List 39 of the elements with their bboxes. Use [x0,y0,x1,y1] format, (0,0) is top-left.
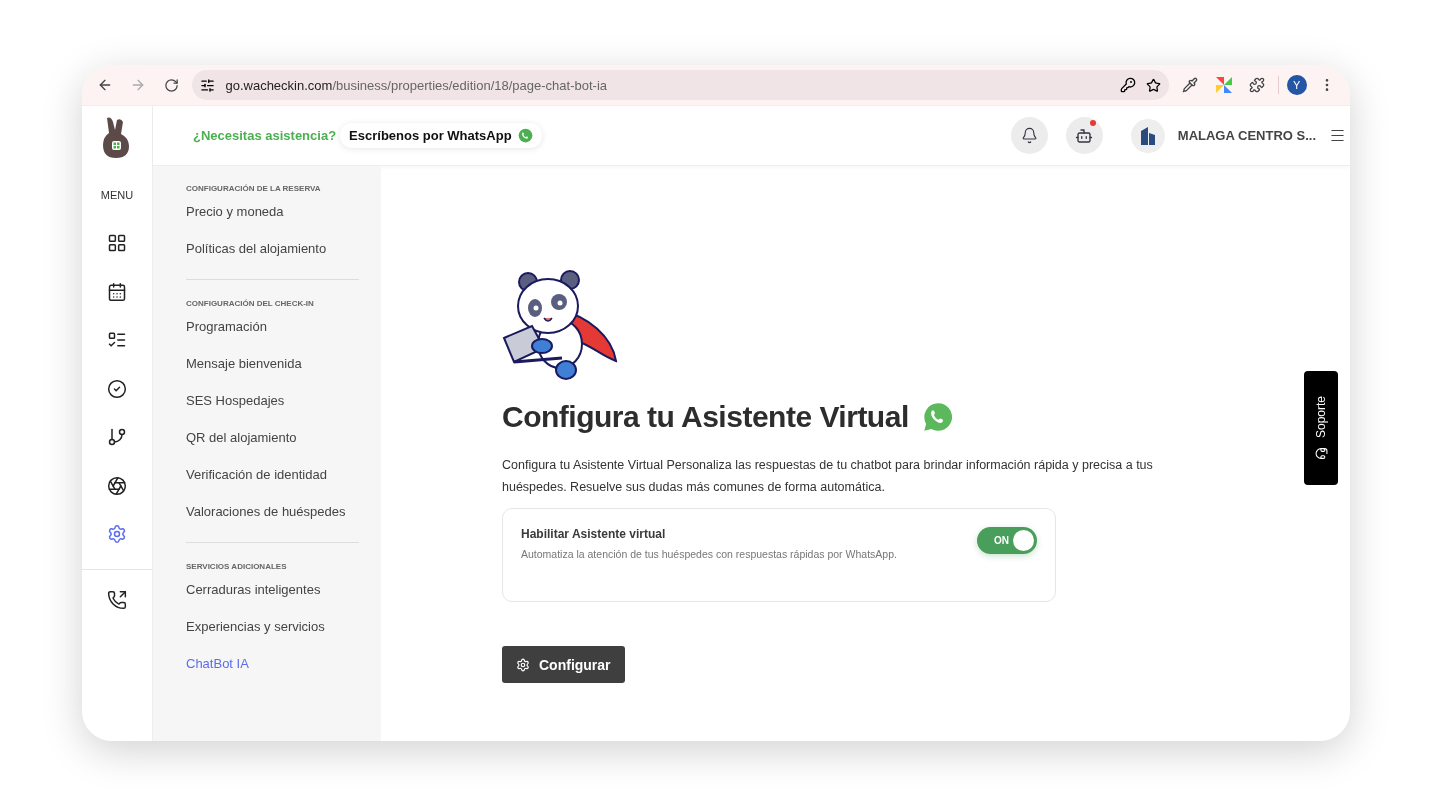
card-subtitle: Automatiza la atención de tus huéspedes con respuestas rápidas por WhatsApp. [521,548,897,560]
headset-icon [1314,446,1328,460]
submenu-item[interactable]: ChatBot IA [186,654,359,691]
description: Configura tu Asistente Virtual Personaliza las respuestas de tu chatbot para brindar información rápida y precisa a tus huéspedes. Resuelve sus dudas más comunes de forma automática. [502,457,1154,496]
page-title: Configura tu Asistente Virtual [502,400,909,434]
star-icon[interactable] [1146,77,1162,93]
whatsapp-icon [517,128,533,143]
property-logo[interactable] [1130,118,1165,153]
help-prompt: ¿Necesitas asistencia? [193,128,337,143]
whatsapp-icon [922,402,953,432]
submenu-item[interactable]: Cerraduras inteligentes [186,580,359,617]
section-title: CONFIGURACIÓN DEL CHECK-IN [186,299,315,308]
profile-avatar[interactable]: Y [1286,75,1307,95]
key-icon[interactable] [1120,77,1137,93]
section-title: SERVICIOS ADICIONALES [186,562,288,571]
address-bar[interactable]: go.wacheckin.com/business/properties/edition/18/page-chat-bot-ia [192,70,1170,100]
submenu-item[interactable]: Programación [186,317,359,354]
submenu-item[interactable]: Políticas del alojamiento [186,239,359,276]
card-title: Habilitar Asistente virtual [521,527,667,541]
notification-dot [1089,120,1096,126]
support-tab[interactable]: Soporte [1304,371,1338,485]
menu-label: MENU [100,189,134,201]
submenu-item[interactable]: Precio y moneda [186,202,359,239]
whatsapp-button[interactable]: Escríbenos por WhatsApp [340,123,542,148]
property-name[interactable]: MALAGA CENTRO S... [1177,128,1316,143]
notification-button[interactable] [1010,117,1048,154]
submenu-item[interactable]: Mensaje bienvenida [186,354,359,391]
section-title: CONFIGURACIÓN DE LA RESERVA [186,184,322,193]
bot-button[interactable] [1065,117,1103,154]
submenu-item[interactable]: Verificación de identidad [186,465,359,502]
submenu-item[interactable]: SES Hospedajes [186,391,359,428]
settings-icon [516,657,530,672]
submenu-item[interactable]: QR del alojamiento [186,428,359,465]
configure-button[interactable]: Configurar [502,646,625,683]
submenu-item[interactable]: Experiencias y servicios [186,617,359,654]
submenu-item[interactable]: Valoraciones de huéspedes [186,502,359,539]
robot-icon [1075,126,1094,145]
site-settings-icon[interactable] [200,77,216,93]
bell-icon [1020,127,1038,144]
